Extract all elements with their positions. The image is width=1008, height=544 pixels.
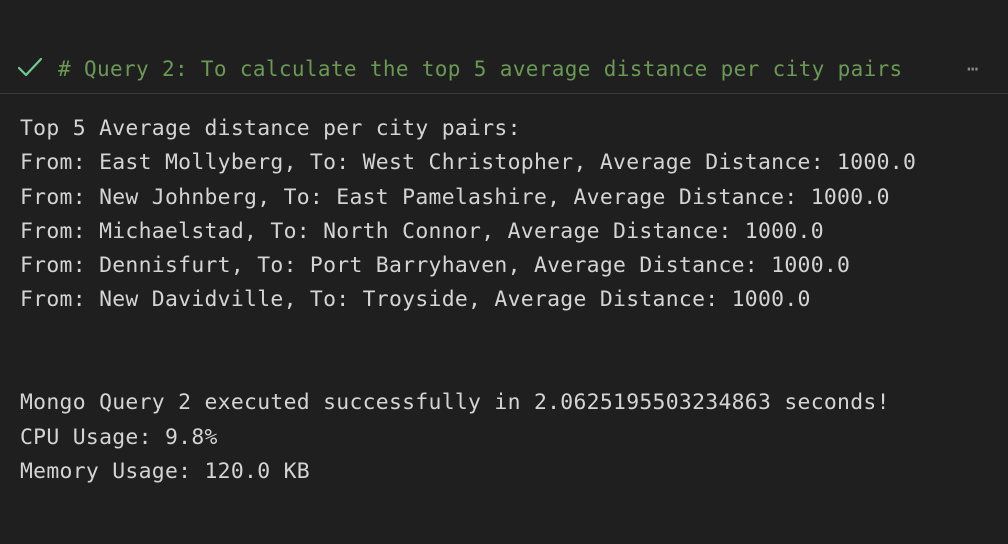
output-row: From: New Davidville, To: Troyside, Aver… [20, 287, 811, 313]
output-heading: Top 5 Average distance per city pairs: [20, 116, 521, 141]
check-icon [17, 57, 43, 77]
output-row: From: New Johnberg, To: East Pamelashire… [20, 184, 890, 210]
notebook-cell-header[interactable]: # Query 2: To calculate the top 5 averag… [0, 50, 1008, 94]
output-row: From: Dennisfurt, To: Port Barryhaven, A… [20, 253, 851, 279]
cell-title: # Query 2: To calculate the top 5 averag… [58, 57, 903, 81]
output-row: From: East Mollyberg, To: West Christoph… [20, 150, 917, 176]
execution-message: Mongo Query 2 executed successfully in 2… [20, 390, 890, 416]
memory-usage: Memory Usage: 120.0 KB [20, 458, 310, 484]
cell-output: Top 5 Average distance per city pairs: F… [20, 112, 1000, 489]
output-row: From: Michaelstad, To: North Connor, Ave… [20, 218, 824, 244]
ellipsis-icon[interactable]: ⋯ [967, 57, 978, 81]
cpu-usage: CPU Usage: 9.8% [20, 424, 218, 450]
